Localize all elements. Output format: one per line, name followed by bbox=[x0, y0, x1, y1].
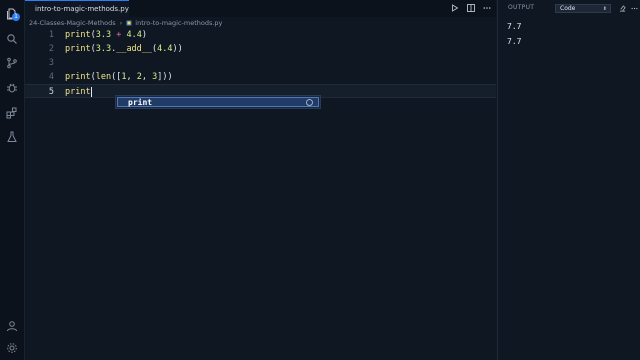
code-token: 3.3 bbox=[95, 30, 112, 40]
python-file-icon bbox=[126, 20, 132, 26]
chevron-right-icon: › bbox=[119, 19, 123, 27]
code-token: 4.4 bbox=[126, 30, 142, 40]
code-line[interactable]: 1 print(3.3 + 4.4) bbox=[25, 28, 496, 42]
output-content: 7.7 7.7 bbox=[507, 19, 521, 49]
autocomplete-label: print bbox=[128, 97, 153, 107]
code-token: 4.4 bbox=[157, 44, 173, 54]
line-number: 5 bbox=[48, 87, 54, 97]
code-token: )) bbox=[172, 44, 183, 54]
more-actions-icon[interactable] bbox=[630, 4, 638, 12]
code-token: ])) bbox=[157, 72, 173, 82]
code-token: len bbox=[95, 72, 112, 82]
output-line: 7.7 bbox=[507, 22, 522, 31]
run-icon[interactable] bbox=[450, 3, 460, 13]
code-token: ([ bbox=[111, 72, 122, 82]
editor-actions bbox=[450, 3, 492, 13]
search-icon[interactable] bbox=[4, 31, 20, 47]
line-number: 3 bbox=[48, 58, 54, 68]
line-number: 1 bbox=[48, 30, 54, 40]
tab-bar: intro-to-magic-methods.py bbox=[25, 0, 496, 17]
settings-gear-icon[interactable] bbox=[4, 340, 20, 356]
code-token: , bbox=[126, 72, 137, 82]
line-text: print(3.3.__add__(4.4)) bbox=[65, 42, 183, 56]
breadcrumb-folder[interactable]: 24-Classes-Magic-Methods bbox=[29, 19, 116, 27]
editor-area: intro-to-magic-methods.py 24-Classes-Mag… bbox=[25, 0, 513, 360]
clear-output-icon[interactable] bbox=[618, 4, 626, 12]
code-token: print bbox=[65, 87, 91, 97]
autocomplete-item[interactable]: print bbox=[117, 97, 319, 107]
breadcrumb-file[interactable]: intro-to-magic-methods.py bbox=[135, 19, 222, 27]
debug-icon[interactable] bbox=[4, 80, 20, 96]
line-text: print bbox=[65, 85, 92, 99]
source-control-icon[interactable] bbox=[4, 55, 20, 71]
output-header: OUTPUT Code ⬍ bbox=[498, 0, 640, 17]
code-token: , bbox=[141, 72, 153, 82]
code-token: 3.3 bbox=[95, 44, 112, 54]
code-token: ) bbox=[141, 30, 147, 40]
output-panel: OUTPUT Code ⬍ 7.7 7.7 bbox=[497, 0, 640, 360]
output-channel-value: Code bbox=[560, 5, 576, 12]
code-token: __add__ bbox=[116, 44, 153, 54]
tab-intro-to-magic-methods[interactable]: intro-to-magic-methods.py bbox=[25, 0, 129, 17]
code-line[interactable]: 3 bbox=[25, 56, 496, 70]
text-cursor bbox=[90, 86, 92, 97]
code-line[interactable]: 4 print(len([1, 2, 3])) bbox=[25, 70, 496, 84]
code-token: print bbox=[65, 72, 91, 82]
split-editor-icon[interactable] bbox=[466, 3, 476, 13]
line-number: 4 bbox=[48, 72, 54, 82]
extensions-icon[interactable] bbox=[4, 105, 20, 121]
tab-label: intro-to-magic-methods.py bbox=[35, 5, 129, 13]
output-line: 7.7 bbox=[507, 37, 522, 46]
source-control-badge: 1 bbox=[12, 13, 20, 21]
code-token: print bbox=[65, 30, 91, 40]
code-line[interactable]: 2 print(3.3.__add__(4.4)) bbox=[25, 42, 496, 56]
more-actions-icon[interactable] bbox=[482, 3, 492, 13]
info-icon[interactable] bbox=[306, 99, 313, 106]
line-number: 2 bbox=[48, 44, 54, 54]
autocomplete-widget: print bbox=[115, 95, 321, 109]
chevron-updown-icon: ⬍ bbox=[602, 6, 607, 12]
code-token: print bbox=[65, 44, 91, 54]
test-flask-icon[interactable] bbox=[4, 129, 20, 145]
line-text: print(len([1, 2, 3])) bbox=[65, 70, 173, 84]
breadcrumb: 24-Classes-Magic-Methods › intro-to-magi… bbox=[29, 18, 222, 28]
account-icon[interactable] bbox=[4, 318, 20, 334]
activity-bar: 1 bbox=[0, 0, 25, 360]
output-actions bbox=[618, 4, 638, 12]
output-channel-select[interactable]: Code ⬍ bbox=[555, 4, 611, 13]
output-title: OUTPUT bbox=[508, 4, 535, 11]
line-text: print(3.3 + 4.4) bbox=[65, 28, 147, 42]
